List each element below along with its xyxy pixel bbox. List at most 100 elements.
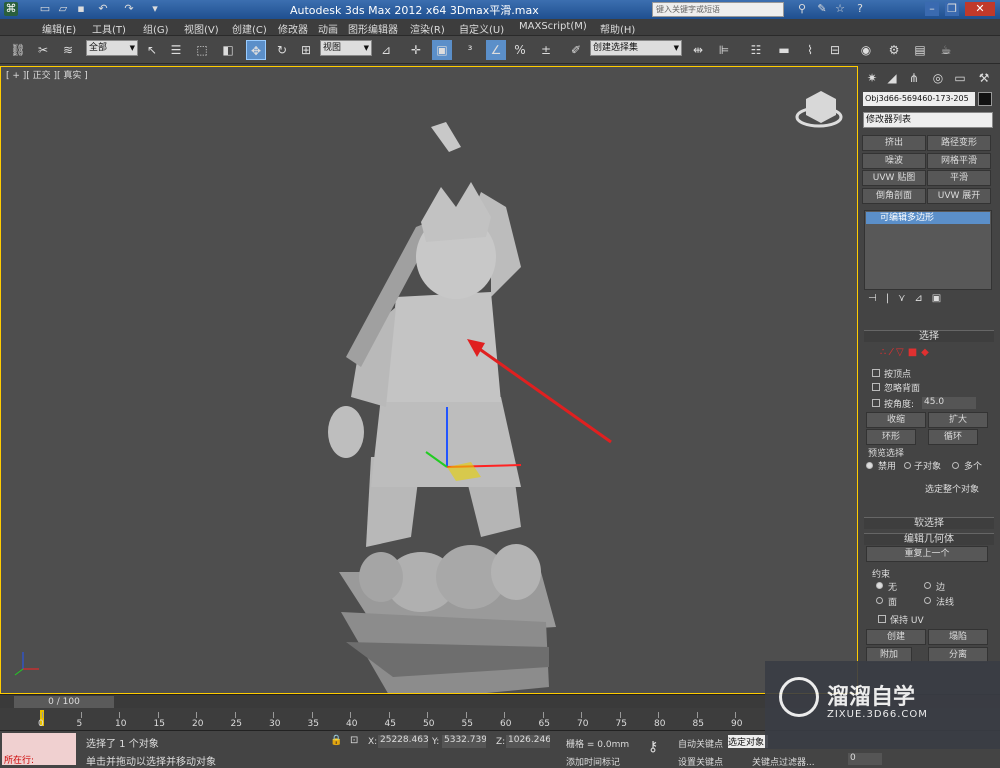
- subobject-level-icon[interactable]: ∴⁄▽■◆: [880, 347, 970, 359]
- minimize-icon[interactable]: –: [925, 2, 939, 16]
- constraint-edge-radio[interactable]: [924, 582, 931, 589]
- set-key-label[interactable]: 设置关键点: [678, 755, 723, 768]
- z-coordinate-field[interactable]: 1026.246m: [506, 735, 550, 748]
- create-tab-icon[interactable]: ✷: [864, 70, 880, 86]
- quick-access-dropdown-icon[interactable]: ▾: [148, 2, 162, 16]
- render-frame-icon[interactable]: ▤: [910, 40, 930, 60]
- key-selection-dropdown[interactable]: 选定对象: [728, 735, 768, 748]
- schematic-view-icon[interactable]: ⊟: [825, 40, 845, 60]
- frame-counter[interactable]: 0 / 100: [14, 696, 114, 708]
- ring-button[interactable]: 环形: [866, 429, 916, 445]
- constraint-face-radio[interactable]: [876, 597, 883, 604]
- angle-snap-icon[interactable]: ∠: [486, 40, 506, 60]
- absolute-mode-icon[interactable]: ⊡: [350, 735, 358, 746]
- material-editor-icon[interactable]: ◉: [856, 40, 876, 60]
- extrude-button[interactable]: 挤出: [862, 135, 926, 151]
- by-vertex-checkbox[interactable]: [872, 369, 880, 377]
- manipulate-icon[interactable]: ✛: [406, 40, 426, 60]
- constraint-none-radio[interactable]: [876, 582, 883, 589]
- curve-editor-icon[interactable]: ⌇: [800, 40, 820, 60]
- soft-selection-rollout-header[interactable]: 软选择: [864, 517, 994, 529]
- snap-3d-icon[interactable]: ³: [460, 40, 480, 60]
- loop-button[interactable]: 循环: [928, 429, 978, 445]
- binoculars-icon[interactable]: ⚲: [795, 2, 809, 16]
- mirror-icon[interactable]: ⇹: [688, 40, 708, 60]
- repeat-last-button[interactable]: 重复上一个: [866, 546, 988, 562]
- object-name-field[interactable]: Obj3d66-569460-173-205: [863, 92, 975, 106]
- menu-views[interactable]: 视图(V): [184, 21, 219, 36]
- edit-geometry-rollout-header[interactable]: 编辑几何体: [864, 533, 994, 545]
- named-selection-dropdown[interactable]: 创建选择集: [590, 40, 682, 56]
- collapse-button[interactable]: 塌陷: [928, 629, 988, 645]
- create-button[interactable]: 创建: [866, 629, 926, 645]
- selection-rollout-header[interactable]: 选择: [864, 330, 994, 342]
- menu-help[interactable]: 帮助(H): [600, 21, 635, 36]
- reference-coord-dropdown[interactable]: 视图: [320, 40, 372, 56]
- key-filters-button[interactable]: 关键点过滤器...: [752, 755, 815, 768]
- y-coordinate-field[interactable]: 5332.739m: [442, 735, 486, 748]
- save-file-icon[interactable]: ▪: [74, 2, 88, 16]
- menu-tools[interactable]: 工具(T): [92, 21, 126, 36]
- uvw-map-button[interactable]: UVW 贴图: [862, 170, 926, 186]
- modifier-list-dropdown[interactable]: 修改器列表: [863, 112, 993, 128]
- window-crossing-icon[interactable]: ◧: [218, 40, 238, 60]
- select-move-icon[interactable]: ✥: [246, 40, 266, 60]
- tools-icon[interactable]: ✎: [815, 2, 829, 16]
- ribbon-icon[interactable]: ▬: [774, 40, 794, 60]
- spinner-snap-icon[interactable]: ±: [536, 40, 556, 60]
- stack-tools-icon[interactable]: ⊣|⋎⊿▣: [868, 293, 992, 307]
- smooth-button[interactable]: 平滑: [927, 170, 991, 186]
- help-icon[interactable]: ?: [853, 2, 867, 16]
- menu-modifiers[interactable]: 修改器: [278, 21, 308, 36]
- stack-item-editable-poly[interactable]: 可编辑多边形: [866, 212, 990, 224]
- current-frame-field[interactable]: 0: [848, 753, 882, 765]
- menu-edit[interactable]: 编辑(E): [42, 21, 76, 36]
- percent-snap-icon[interactable]: %: [510, 40, 530, 60]
- viewport-label[interactable]: [ + ][ 正交 ][ 真实 ]: [6, 68, 88, 81]
- preview-multi-radio[interactable]: [952, 462, 959, 469]
- x-coordinate-field[interactable]: 25228.463: [378, 735, 429, 748]
- noise-button[interactable]: 噪波: [862, 153, 926, 169]
- pivot-icon[interactable]: ⊿: [376, 40, 396, 60]
- new-file-icon[interactable]: ▭: [38, 2, 52, 16]
- select-object-icon[interactable]: ↖: [142, 40, 162, 60]
- menu-group[interactable]: 组(G): [143, 21, 169, 36]
- layer-manager-icon[interactable]: ☷: [746, 40, 766, 60]
- open-file-icon[interactable]: ▱: [56, 2, 70, 16]
- add-time-tag[interactable]: 添加时间标记: [566, 755, 620, 768]
- edit-named-selection-icon[interactable]: ✐: [566, 40, 586, 60]
- lock-icon[interactable]: 🔒: [330, 735, 342, 746]
- restore-icon[interactable]: ❐: [945, 2, 959, 16]
- display-tab-icon[interactable]: ▭: [952, 70, 968, 86]
- utilities-tab-icon[interactable]: ⚒: [976, 70, 992, 86]
- hierarchy-tab-icon[interactable]: ⋔: [906, 70, 922, 86]
- motion-tab-icon[interactable]: ◎: [930, 70, 946, 86]
- render-teapot-icon[interactable]: ☕: [936, 40, 956, 60]
- menu-rendering[interactable]: 渲染(R): [410, 21, 445, 36]
- scale-icon[interactable]: ⊞: [296, 40, 316, 60]
- preview-off-radio[interactable]: [866, 462, 873, 469]
- path-deform-button[interactable]: 路径变形: [927, 135, 991, 151]
- render-setup-icon[interactable]: ⚙: [884, 40, 904, 60]
- rotate-icon[interactable]: ↻: [272, 40, 292, 60]
- unwrap-uvw-button[interactable]: UVW 展开: [927, 188, 991, 204]
- viewport-perspective[interactable]: [0, 66, 858, 694]
- select-by-name-icon[interactable]: ☰: [166, 40, 186, 60]
- bind-space-warp-icon[interactable]: ≋: [58, 40, 78, 60]
- link-icon[interactable]: ⛓: [8, 40, 28, 60]
- shrink-button[interactable]: 收缩: [866, 412, 926, 428]
- menu-customize[interactable]: 自定义(U): [459, 21, 504, 36]
- object-color-swatch[interactable]: [978, 92, 992, 106]
- menu-create[interactable]: 创建(C): [232, 21, 267, 36]
- app-logo-icon[interactable]: ⌘: [4, 2, 18, 16]
- selection-filter-dropdown[interactable]: 全部: [86, 40, 138, 56]
- keyboard-override-icon[interactable]: ▣: [432, 40, 452, 60]
- menu-maxscript[interactable]: MAXScript(M): [519, 21, 587, 32]
- constraint-normal-radio[interactable]: [924, 597, 931, 604]
- preserve-uv-checkbox[interactable]: [878, 615, 886, 623]
- auto-key-label[interactable]: 自动关键点: [678, 737, 723, 750]
- menu-graph-editors[interactable]: 图形编辑器: [348, 21, 398, 36]
- meshsmooth-button[interactable]: 网格平滑: [927, 153, 991, 169]
- redo-icon[interactable]: ↷: [122, 2, 136, 16]
- set-key-icon[interactable]: ⚷: [648, 739, 658, 755]
